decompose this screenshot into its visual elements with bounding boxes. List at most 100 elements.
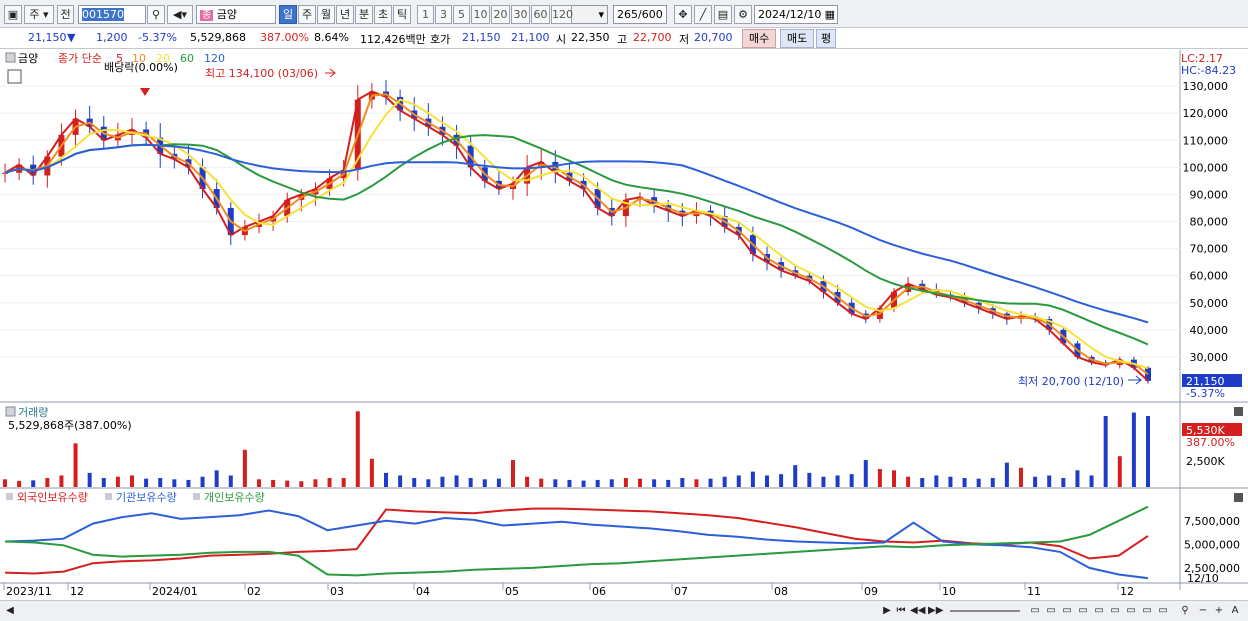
search-icon[interactable]: ⚲ <box>147 5 165 24</box>
interval-button-1[interactable]: 주 <box>298 5 316 24</box>
stock-name-field[interactable]: 종 금양 <box>196 5 276 24</box>
custom-number-select[interactable]: ▾ <box>570 5 608 24</box>
stock-code-input[interactable]: 001570 <box>78 5 146 24</box>
count-input[interactable]: 265/600 <box>613 5 667 24</box>
magnify-icon[interactable]: ⚲ <box>1178 603 1192 619</box>
price-y-tick: 60,000 <box>1190 270 1229 283</box>
last-price-pct: -5.37% <box>1186 387 1225 400</box>
crosshair-icon[interactable]: ✥ <box>674 5 692 24</box>
low-note: 최저 20,700 (12/10) <box>1018 375 1124 388</box>
open-label: 시 <box>556 33 567 46</box>
volume-pct: 387.00% <box>260 31 309 44</box>
font-size-icon[interactable]: A <box>1228 603 1242 619</box>
interval-button-6[interactable]: 틱 <box>393 5 411 24</box>
interval-button-3[interactable]: 년 <box>336 5 354 24</box>
tool-icon-3[interactable]: ▭ <box>1060 603 1074 619</box>
volume-bar <box>553 479 558 487</box>
ask-price: 21,150 <box>462 31 501 44</box>
volume-bar <box>638 478 642 487</box>
number-button-60[interactable]: 60 <box>531 5 550 24</box>
save-icon[interactable]: ▤ <box>714 5 732 24</box>
date-input[interactable]: 2024/12/10 ▦ <box>754 5 838 24</box>
ma-legend-120: 120 <box>204 52 225 65</box>
prev-page-icon[interactable]: ◀◀ <box>910 603 925 619</box>
open-price: 22,350 <box>571 31 610 44</box>
prev-button[interactable]: 전 <box>57 5 74 24</box>
volume-bar <box>1117 456 1122 487</box>
volume-bar <box>398 475 403 487</box>
interval-button-4[interactable]: 분 <box>355 5 373 24</box>
tool-icon-4[interactable]: ▭ <box>1076 603 1090 619</box>
volume-bar <box>1061 478 1066 487</box>
gear-icon[interactable]: ⚙ <box>734 5 752 24</box>
draw-line-icon[interactable]: ╱ <box>694 5 712 24</box>
volume-bar <box>694 479 699 487</box>
price-y-tick: 90,000 <box>1190 188 1229 201</box>
volume-bar <box>835 475 840 487</box>
next-page-icon[interactable]: ▶▶ <box>928 603 943 619</box>
volume-close-icon[interactable] <box>1234 407 1243 416</box>
sell-button[interactable]: 매도 <box>780 29 815 48</box>
tool-icon-5[interactable]: ▭ <box>1092 603 1106 619</box>
hc-value: HC:-84.23 <box>1181 64 1236 77</box>
first-page-icon[interactable]: ⏮ <box>894 603 908 619</box>
volume-panel-menu-icon[interactable] <box>5 406 16 417</box>
number-button-1[interactable]: 1 <box>417 5 434 24</box>
volume-bar <box>144 478 149 487</box>
volume-value-label: 5,529,868주(387.00%) <box>8 419 132 432</box>
scroll-right-icon[interactable]: ▶ <box>880 603 894 619</box>
chart-area[interactable]: 130,000 120,000 110,000 100,000 90,000 80,000… <box>0 50 1248 602</box>
count-total: /600 <box>638 8 663 21</box>
zoom-in-icon[interactable]: + <box>1212 603 1226 619</box>
stock-name-value: 금양 <box>216 8 237 21</box>
volume-bar <box>496 478 501 487</box>
volume-bar <box>285 480 290 487</box>
period-mode-select[interactable]: 주 ▾ <box>24 5 54 24</box>
volume-bar <box>1146 416 1150 487</box>
volume-bar <box>200 476 205 487</box>
price-y-tick: 50,000 <box>1190 297 1229 310</box>
number-button-3[interactable]: 3 <box>435 5 452 24</box>
scroll-bar[interactable]: ◀ ▶ ⏮ ◀◀ ▶▶ ▭ ▭ ▭ ▭ ▭ ▭ ▭ ▭ ▭ ⚲ − + A <box>0 600 1248 621</box>
interval-button-5[interactable]: 초 <box>374 5 392 24</box>
zoom-slider[interactable] <box>950 610 1020 612</box>
volume-bar <box>482 479 487 487</box>
table-toggle-icon[interactable] <box>7 69 22 84</box>
layout-icon[interactable]: ▣ <box>4 5 22 24</box>
interval-button-0[interactable]: 일 <box>279 5 297 24</box>
interval-button-2[interactable]: 월 <box>317 5 335 24</box>
tool-icon-6[interactable]: ▭ <box>1108 603 1122 619</box>
number-button-30[interactable]: 30 <box>511 5 530 24</box>
eval-button[interactable]: 평 <box>816 29 837 48</box>
tool-icon-9[interactable]: ▭ <box>1156 603 1170 619</box>
holding-legend-2: 개인보유수량 <box>204 491 265 504</box>
volume-bar <box>214 470 219 487</box>
number-button-10[interactable]: 10 <box>471 5 490 24</box>
volume-bar <box>59 475 64 487</box>
number-button-120[interactable]: 120 <box>551 5 573 24</box>
sound-icon[interactable]: ◀▾ <box>167 5 193 24</box>
number-button-20[interactable]: 20 <box>491 5 510 24</box>
volume-bar <box>1075 470 1080 487</box>
chart-svg[interactable]: 130,000 120,000 110,000 100,000 90,000 80,000… <box>0 50 1248 602</box>
tool-icon-8[interactable]: ▭ <box>1140 603 1154 619</box>
tool-icon-7[interactable]: ▭ <box>1124 603 1138 619</box>
price-y-tick: 70,000 <box>1190 243 1229 256</box>
holding-close-icon[interactable] <box>1234 493 1243 502</box>
individual-holding-line <box>4 505 1149 577</box>
volume-bar <box>948 476 953 487</box>
tool-icon-2[interactable]: ▭ <box>1044 603 1058 619</box>
number-button-5[interactable]: 5 <box>453 5 470 24</box>
volume-bar <box>341 478 346 487</box>
ma-series-label: 종가 단순 <box>58 52 102 65</box>
volume-bar <box>666 479 671 487</box>
tool-icon-1[interactable]: ▭ <box>1028 603 1042 619</box>
scroll-left-icon[interactable]: ◀ <box>3 603 17 619</box>
holding-legend-marker <box>193 493 200 500</box>
zoom-out-icon[interactable]: − <box>1196 603 1210 619</box>
buy-button[interactable]: 매수 <box>742 29 777 48</box>
panel-menu-icon[interactable] <box>5 52 16 63</box>
volume-bar <box>750 471 755 487</box>
x-axis-label: 02 <box>247 585 261 598</box>
volume-bar <box>242 449 247 487</box>
